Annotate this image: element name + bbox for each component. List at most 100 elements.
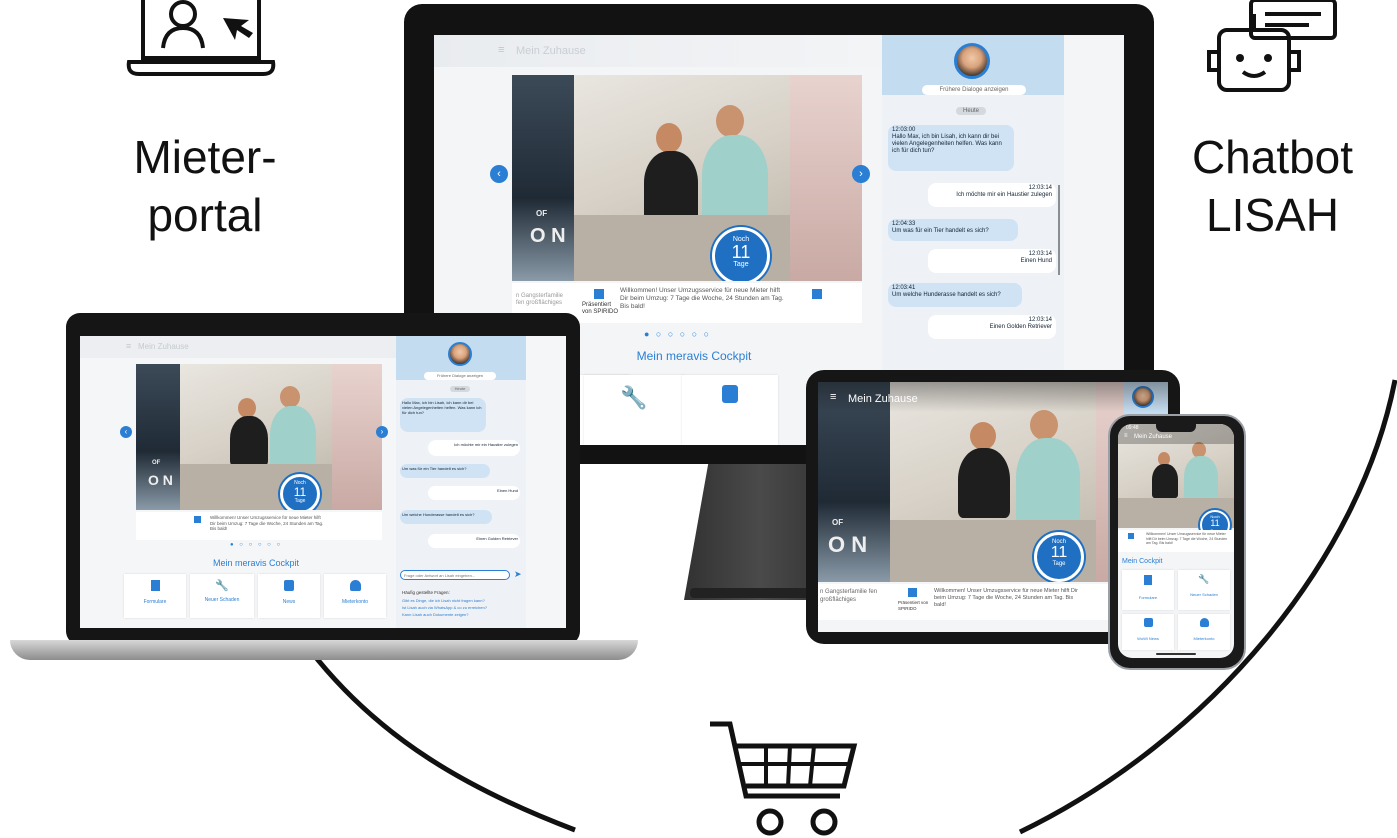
laptop-user-icon: [126, 0, 276, 76]
laptop-chat-input[interactable]: [400, 570, 510, 580]
chat-msg-1-text: Hallo Max, ich bin Lisah, ich kann dir b…: [892, 134, 1002, 154]
laptop-chat-msg-4: Einen Hund: [428, 486, 520, 500]
carousel-prev-arrow[interactable]: ‹: [490, 165, 508, 183]
carousel-dots[interactable]: ● ○ ○ ○ ○ ○: [644, 329, 711, 339]
phone-tile-neuer-schaden[interactable]: 🔧 Neuer Schaden: [1178, 570, 1230, 610]
phone-welcome-text: Willkommen! Unser Umzugsservice für neue…: [1146, 532, 1228, 545]
phone-tile-formulare-label: Formulare: [1138, 595, 1158, 600]
phone-sponsor-logo: [1128, 533, 1134, 539]
send-icon[interactable]: ➤: [514, 569, 522, 580]
laptop-tile-neuer-schaden[interactable]: 🔧 Neuer Schaden: [190, 574, 254, 618]
badge-bottom-text: Tage: [733, 261, 749, 268]
laptop-next-arrow[interactable]: ›: [376, 426, 388, 438]
phone-status-time: 09:48: [1126, 425, 1139, 431]
phone-tile-mieterkonto[interactable]: Mieterkonto: [1178, 614, 1230, 650]
tablet-badge-number: 11: [1050, 544, 1068, 561]
laptop-menu-icon[interactable]: ≡: [126, 341, 131, 351]
cockpit-title: Mein meravis Cockpit: [636, 349, 752, 363]
laptop-chat-panel: Frühere Dialoge anzeigen Heute Hallo Max…: [396, 336, 526, 628]
menu-icon[interactable]: ≡: [498, 44, 504, 56]
chat-msg-3-time: 12:04:33: [892, 221, 916, 227]
desktop-stand-base: [690, 588, 810, 598]
lisah-avatar: [954, 43, 990, 79]
laptop-welcome-text: Willkommen! Unser Umzugsservice für neue…: [210, 515, 324, 531]
desktop-carousel: OF O N Noch 11 Tage: [512, 75, 862, 281]
chat-msg-4: 12:03:14 Einen Hund: [928, 249, 1056, 273]
tablet-woman-figure: [958, 448, 1010, 518]
laptop-base: [10, 640, 638, 660]
laptop-tile-mieterkonto[interactable]: Mieterkonto: [324, 574, 386, 618]
phone-tile-wowi-news[interactable]: WoWi News: [1122, 614, 1174, 650]
phone-tile-news-label: WoWi News: [1137, 636, 1159, 641]
earlier-dialogs-button[interactable]: Frühere Dialoge anzeigen: [922, 85, 1026, 95]
laptop-carousel-dots[interactable]: ● ○ ○ ○ ○ ○: [230, 542, 282, 548]
laptop-chat-msg-4-text: Einen Hund: [497, 488, 518, 493]
laptop-movie-poster: OF O N: [136, 364, 180, 510]
laptop-woman-figure: [230, 416, 268, 466]
chat-msg-1-time: 12:03:00: [892, 127, 916, 133]
laptop-faq-2[interactable]: Ist Lisah auch via WhatsApp & co zu erre…: [402, 605, 522, 610]
laptop-tile-schaden-label: Neuer Schaden: [204, 597, 240, 603]
tablet-menu-icon[interactable]: ≡: [830, 391, 836, 403]
laptop-badge-bottom: Tage: [294, 498, 306, 504]
chat-scrollbar[interactable]: [1058, 185, 1060, 275]
welcome-text: Willkommen! Unser Umzugsservice für neue…: [620, 287, 784, 310]
laptop-prev-arrow[interactable]: ‹: [120, 426, 132, 438]
carousel-next-arrow[interactable]: ›: [852, 165, 870, 183]
sponsor-logo-icon: [594, 289, 604, 299]
tablet-poster-title: O N: [828, 532, 868, 557]
laptop-side-card: [332, 364, 382, 510]
laptop-tile-formulare[interactable]: Formulare: [124, 574, 186, 618]
laptop-man-figure: [270, 406, 316, 470]
phone-menu-icon[interactable]: ≡: [1124, 433, 1128, 439]
tile-neuer-schaden[interactable]: 🔧: [584, 375, 684, 445]
laptop-chat-msg-1: Hallo Max, ich bin Lisah, ich kann dir b…: [400, 398, 486, 432]
today-label: Heute: [956, 107, 986, 115]
laptop-poster-of: OF: [152, 460, 161, 466]
tablet-carousel: OF O N Noch 11 Tage: [818, 382, 1124, 582]
laptop-screen: ≡ Mein Zuhause OF O N Noch 11 Tage ‹ › W…: [80, 336, 566, 628]
laptop-sponsor-logo: [194, 516, 201, 523]
laptop-badge-number: 11: [293, 485, 307, 499]
laptop-person-icon: [349, 580, 361, 591]
laptop-faq-1[interactable]: Gibt es Dinge, die ich Lisah nicht frage…: [402, 598, 522, 603]
tablet-movie-poster: OF O N: [818, 382, 890, 582]
poster-of-text: OF: [536, 209, 548, 218]
side-card-image: [790, 75, 862, 281]
laptop-lisah-avatar: [448, 342, 472, 366]
laptop-tile-news[interactable]: News: [258, 574, 320, 618]
man-figure: [702, 135, 768, 225]
desktop-chat-panel: Frühere Dialoge anzeigen Heute 12:03:00 …: [882, 35, 1064, 375]
document-icon: [150, 580, 160, 591]
phone-tile-mieterkonto-label: Mieterkonto: [1193, 636, 1215, 641]
chat-msg-6: 12:03:14 Einen Golden Retriever: [928, 315, 1056, 339]
chat-msg-5: 12:03:41 Um welche Hunderasse handelt es…: [888, 283, 1022, 307]
chat-msg-2-time: 12:03:14: [1028, 185, 1052, 191]
badge-number: 11: [731, 242, 751, 262]
laptop-earlier-dialogs[interactable]: Frühere Dialoge anzeigen: [424, 372, 496, 380]
movie-poster: OF O N: [512, 75, 574, 281]
desktop-header-title: Mein Zuhause: [516, 45, 586, 57]
phone-home-indicator: [1156, 653, 1196, 655]
chatbot-robot-icon: [1207, 0, 1337, 92]
tablet-woman-head: [970, 422, 996, 450]
phone-header-title: Mein Zuhause: [1134, 434, 1173, 440]
chat-msg-5-time: 12:03:41: [892, 285, 916, 291]
tablet-welcome-text: Willkommen! Unser Umzugsservice für neue…: [934, 588, 1078, 608]
woman-head: [656, 123, 682, 153]
chat-msg-2: 12:03:14 Ich möchte mir ein Haustier zul…: [928, 183, 1056, 207]
chat-msg-3: 12:04:33 Um was für ein Tier handelt es …: [888, 219, 1018, 241]
laptop-faq-3[interactable]: Kann Lisah auch Dokumente zeigen?: [402, 612, 522, 617]
tablet-header-title: Mein Zuhause: [848, 393, 918, 405]
poster-title-text: O N: [530, 225, 566, 247]
tablet-left-card-text: n Gangsterfamilie fen großflächiges: [820, 589, 878, 603]
tile-news[interactable]: [682, 375, 778, 445]
phone-cockpit-title: Mein Cockpit: [1122, 558, 1163, 565]
laptop-header-title: Mein Zuhause: [138, 342, 189, 351]
tablet-man-head: [1030, 410, 1058, 440]
news-icon: [722, 385, 738, 403]
phone-tile-formulare[interactable]: Formulare: [1122, 570, 1174, 610]
tablet-sponsor-logo: [908, 588, 917, 597]
phone-document-icon: [1144, 575, 1152, 585]
laptop-cockpit-title: Mein meravis Cockpit: [212, 558, 300, 568]
